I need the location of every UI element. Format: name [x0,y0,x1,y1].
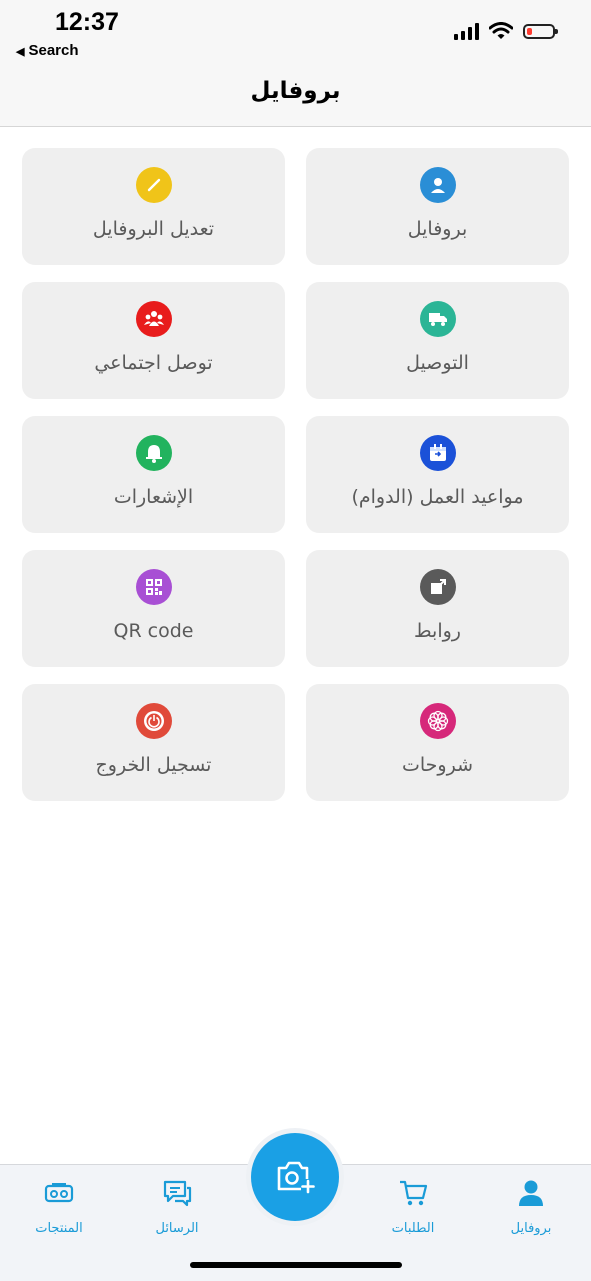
battery-icon [523,23,558,39]
tab-orders[interactable]: الطلبات [368,1177,458,1236]
tab-products[interactable]: المنتجات [14,1177,104,1236]
tile-tutorials[interactable]: شروحات [306,684,569,801]
tab-label: الطلبات [391,1221,435,1236]
tile-label: تعديل البروفايل [92,218,215,240]
profile-menu-grid: تعديل البروفايل بروفايل توصل اجتماعي الت… [22,148,569,801]
home-indicator [190,1262,402,1268]
tile-links[interactable]: روابط [306,550,569,667]
tab-messages[interactable]: الرسائل [132,1177,222,1236]
status-time: 12:37 [55,8,119,36]
tile-delivery[interactable]: التوصيل [306,282,569,399]
tile-label: QR code [113,620,194,642]
tile-logout[interactable]: تسجيل الخروج [22,684,285,801]
tab-profile[interactable]: بروفايل [486,1177,576,1236]
back-search-label: Search [28,42,79,59]
wifi-icon [489,22,513,39]
status-bar: 12:37 ◀ Search [0,0,591,70]
tile-label: الإشعارات [113,486,194,508]
tile-label: بروفايل [407,218,468,240]
tile-social-connect[interactable]: توصل اجتماعي [22,282,285,399]
status-icons [454,22,558,40]
external-link-icon [419,569,456,605]
flower-icon [419,703,456,739]
tile-label: التوصيل [406,352,469,374]
tile-label: مواعيد العمل (الدوام) [351,486,524,508]
back-arrow-icon: ◀ [16,46,25,58]
chat-icon [163,1180,192,1207]
page-title: بروفايل [250,78,341,104]
tile-profile[interactable]: بروفايل [306,148,569,265]
tile-qr-code[interactable]: QR code [22,550,285,667]
tile-working-hours[interactable]: مواعيد العمل (الدوام) [306,416,569,533]
tab-label: المنتجات [35,1221,83,1236]
bell-icon [135,435,172,471]
shopping-cart-icon [400,1180,428,1206]
nav-header: بروفايل [0,70,591,127]
pencil-icon [135,167,172,203]
user-tab-icon [519,1180,543,1206]
add-photo-button[interactable] [251,1133,339,1221]
qr-code-icon [135,569,172,605]
power-icon [135,703,172,739]
user-icon [419,167,456,203]
tile-label: روابط [414,620,461,642]
delivery-truck-icon [419,301,456,337]
calendar-icon [419,435,456,471]
camera-add-icon [277,1161,315,1194]
cellular-signal-icon [454,22,479,40]
tile-label: شروحات [402,754,473,776]
back-to-search-link[interactable]: ◀ Search [16,42,79,59]
tile-label: تسجيل الخروج [95,754,212,776]
social-group-icon [135,301,172,337]
vr-headset-icon [44,1183,74,1203]
tile-edit-profile[interactable]: تعديل البروفايل [22,148,285,265]
tile-notifications[interactable]: الإشعارات [22,416,285,533]
tile-label: توصل اجتماعي [94,352,213,374]
tab-label: بروفايل [510,1221,552,1236]
tab-label: الرسائل [155,1221,199,1236]
